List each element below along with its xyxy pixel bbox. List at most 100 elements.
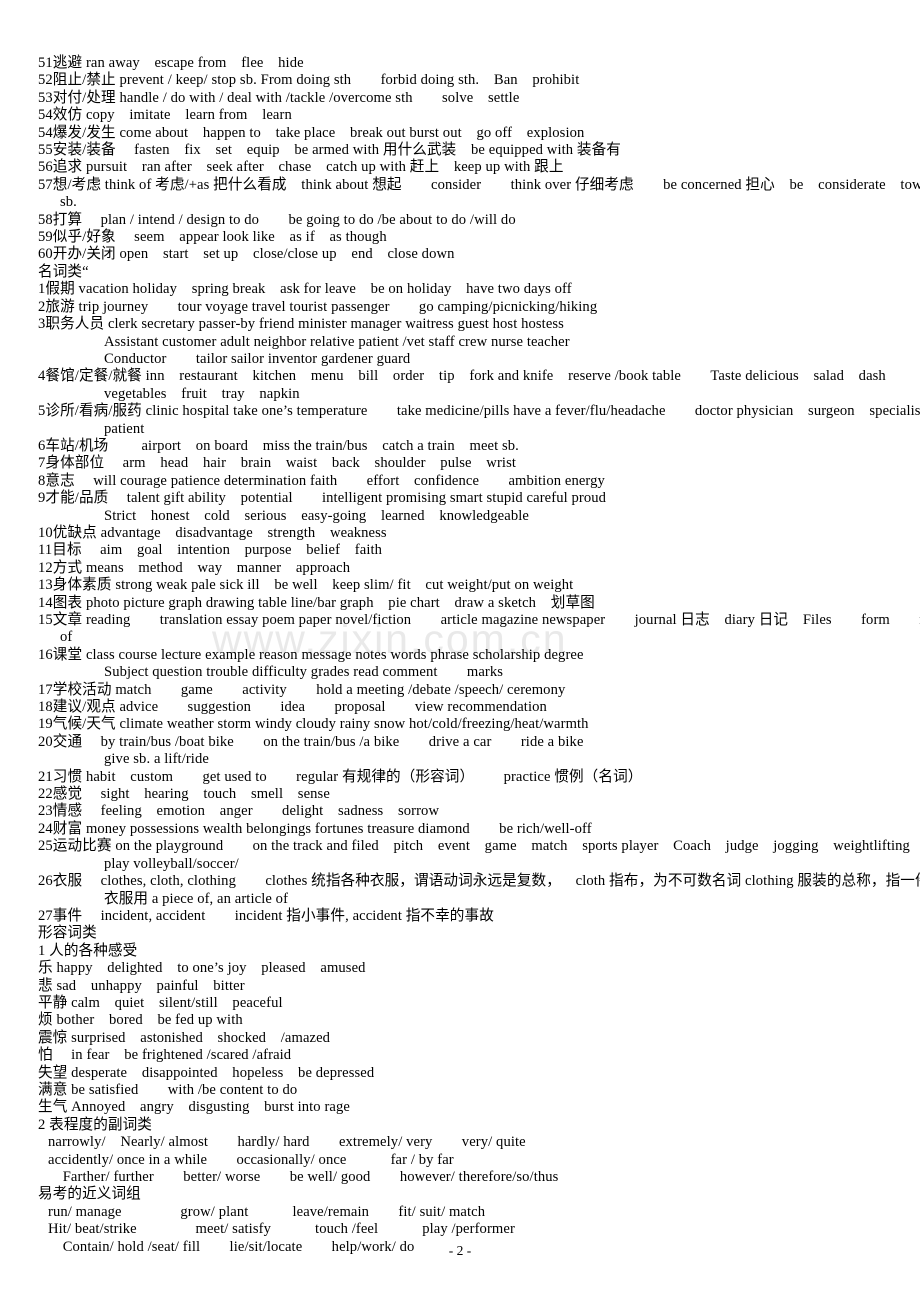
vocab-entry: 53 对付/处理 handle / do with / deal with /t… [38,90,886,107]
vocab-entry-continuation: give sb. a lift/ride [104,751,209,768]
entry-chinese-label: 意志 [45,472,79,489]
entry-number: 27 [38,907,53,924]
entry-english-terms: open start set up close/close up end clo… [119,246,455,263]
entry-number: 17 [38,681,53,698]
entry-english-terms: feeling emotion anger delight sadness so… [85,803,440,820]
entry-number: 57 [38,176,53,193]
entry-number: 14 [38,594,53,611]
entry-english-terms: class course lecture example reason mess… [85,646,584,663]
entry-english-terms: clinic hospital take one’s temperature t… [145,403,920,420]
entry-chinese-label: 似乎/好象 [52,229,120,246]
vocab-entry: 58 打算 plan / intend / design to do be go… [38,212,886,229]
vocab-entry: 17 学校活动 match game activity hold a meeti… [38,682,886,699]
entry-chinese-label: 文章 [52,612,86,628]
entry-chinese-label: 衣服 [52,873,86,890]
entry-number: 54 [38,124,53,141]
vocab-entry-continuation: 衣服用 a piece of, an article of [104,890,289,907]
document-page: www.zixin.com.cn 51 逃避 ran away escape f… [0,0,920,1302]
entry-chinese-label: 爆发/发生 [52,124,120,141]
vocab-entry-continuation: play volleyball/soccer/ [104,855,239,872]
entry-english-terms: seem appear look like as if as though [119,229,387,246]
feeling-chinese-label: 满意 [38,1081,72,1098]
feeling-english-terms: sad unhappy painful bitter [56,977,245,994]
entry-english-terms: pursuit ran after seek after chase catch… [85,159,564,176]
vocab-entry: 51 逃避 ran away escape from flee hide [38,55,886,72]
entry-number: 51 [38,55,53,71]
entry-number: 56 [38,159,53,176]
vocab-entry: 11 目标 aim goal intention purpose belief … [38,542,886,559]
entry-chinese-label: 追求 [52,159,86,176]
vocab-entry: 22 感觉 sight hearing touch smell sense [38,786,886,803]
entry-number: 53 [38,89,53,106]
entry-number: 20 [38,733,53,750]
section-heading: 形容词类 [38,925,97,942]
entry-chinese-label: 旅游 [45,298,79,315]
section-heading: 2 表程度的副词类 [38,1116,153,1133]
feeling-entry: 失望 desperate disappointed hopeless be de… [38,1065,886,1082]
entry-english-terms: clothes, cloth, clothing clothes 统指各种衣服，… [85,873,920,890]
entry-english-terms: reading translation essay poem paper nov… [85,612,920,628]
feeling-chinese-label: 烦 [38,1012,57,1029]
entry-chinese-label: 餐馆/定餐/就餐 [45,368,146,385]
vocab-entry-continuation: vegetables fruit tray napkin [104,385,300,402]
feeling-entry: 震惊 surprised astonished shocked /amazed [38,1030,886,1047]
feeling-chinese-label: 生气 [38,1099,72,1116]
entry-chinese-label: 事件 [52,907,86,924]
entry-chinese-label: 情感 [52,803,86,820]
vocab-entry: 2 旅游 trip journey tour voyage travel tou… [38,299,886,316]
entry-chinese-label: 对付/处理 [52,89,120,106]
entry-number: 26 [38,873,53,890]
feeling-chinese-label: 悲 [38,977,57,994]
vocab-entry: 7 身体部位 arm head hair brain waist back sh… [38,455,886,472]
entry-number: 60 [38,246,53,263]
text-line: accidently/ once in a while occasionally… [48,1151,454,1168]
vocab-entry: 3 职务人员 clerk secretary passer-by friend … [38,316,886,333]
vocab-entry: 13 身体素质 strong weak pale sick ill be wel… [38,577,886,594]
entry-chinese-label: 交通 [52,733,86,750]
entry-number: 15 [38,612,53,628]
vocab-entry: 8 意志 will courage patience determination… [38,473,886,490]
entry-english-terms: will courage patience determination fait… [78,472,605,489]
entry-english-terms: strong weak pale sick ill be well keep s… [115,577,574,594]
entry-chinese-label: 车站/机场 [45,437,113,454]
entry-number: 54 [38,107,53,124]
vocab-entry: 59 似乎/好象 seem appear look like as if as … [38,229,886,246]
section-heading: 名词类“ [38,263,89,280]
entry-chinese-label: 运动比赛 [52,838,116,855]
entry-chinese-label: 课堂 [52,646,86,663]
vocabulary-list: 51 逃避 ran away escape from flee hide 52 阻… [38,55,920,1256]
vocab-entry-continuation: sb. [60,194,77,211]
entry-english-terms: handle / do with / deal with /tackle /ov… [119,89,520,106]
entry-chinese-label: 习惯 [52,768,86,785]
entry-chinese-label: 阻止/禁止 [52,72,120,89]
entry-chinese-label: 打算 [52,211,86,228]
feeling-entry: 烦 bother bored be fed up with [38,1012,886,1029]
vocab-entry-continuation: Subject question trouble difficulty grad… [104,664,504,681]
entry-chinese-label: 学校活动 [52,681,116,698]
vocab-entry: 26 衣服 clothes, cloth, clothing clothes 统… [38,873,920,890]
feeling-chinese-label: 怕 [38,1047,57,1064]
entry-chinese-label: 目标 [52,542,86,559]
vocab-entry: 55 安装/装备 fasten fix set equip be armed w… [38,142,886,159]
entry-number: 22 [38,786,53,803]
entry-number: 13 [38,577,53,594]
entry-chinese-label: 才能/品质 [45,490,113,507]
vocab-entry-continuation: Strict honest cold serious easy-going le… [104,507,529,524]
text-line: narrowly/ Nearly/ almost hardly/ hard ex… [48,1134,526,1151]
entry-english-terms: fasten fix set equip be armed with 用什么武装… [119,142,621,159]
entry-number: 21 [38,768,53,785]
entry-chinese-label: 感觉 [52,786,86,803]
entry-chinese-label: 逃避 [52,55,86,71]
entry-chinese-label: 职务人员 [45,316,108,333]
vocab-entry-continuation: patient [104,420,145,437]
entry-english-terms: inn restaurant kitchen menu bill order t… [145,368,886,385]
entry-english-terms: means method way manner approach [85,559,351,576]
entry-chinese-label: 身体部位 [45,455,108,472]
vocab-entry: 54 爆发/发生 come about happen to take place… [38,125,886,142]
vocab-entry: 14 图表 photo picture graph drawing table … [38,595,886,612]
feeling-entry: 生气 Annoyed angry disgusting burst into r… [38,1099,886,1116]
entry-english-terms: match game activity hold a meeting /deba… [115,681,566,698]
entry-number: 18 [38,699,53,716]
feeling-english-terms: calm quiet silent/still peaceful [71,994,283,1011]
entry-english-terms: advice suggestion idea proposal view rec… [119,699,547,716]
